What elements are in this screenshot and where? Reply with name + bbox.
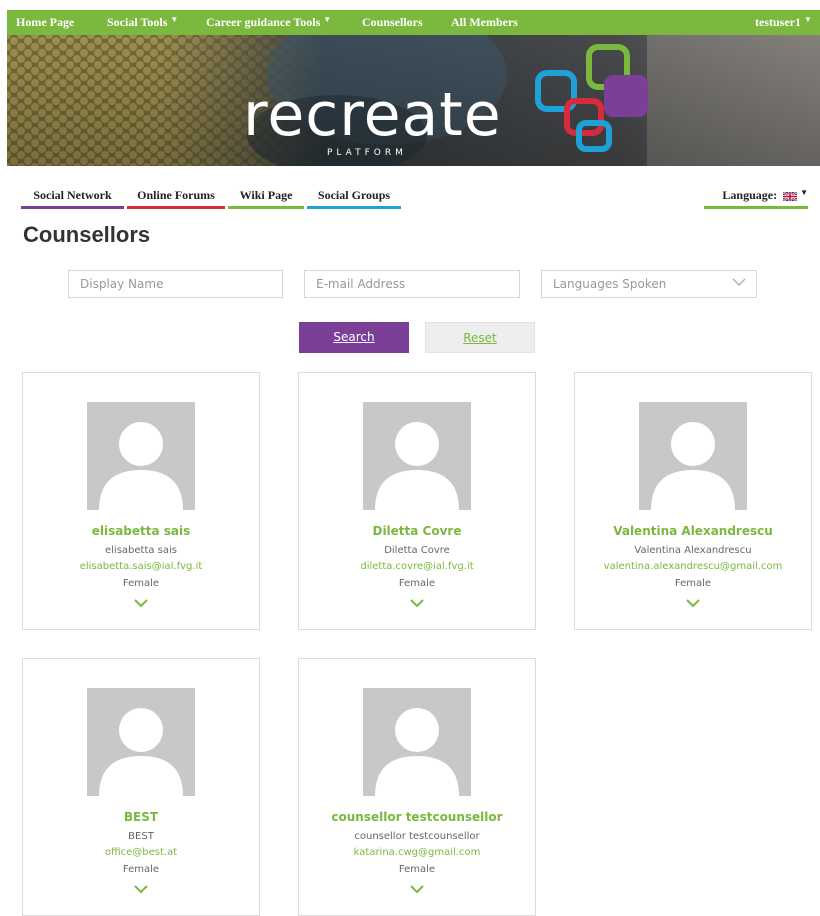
chevron-down-icon (732, 278, 746, 286)
tab-online-forums-label: Online Forums (137, 188, 215, 202)
secondary-nav: Social Network Online Forums Wiki Page S… (0, 186, 820, 209)
uk-flag-icon (783, 191, 798, 201)
username-label: testuser1 (755, 15, 801, 29)
default-avatar-icon (99, 422, 183, 510)
avatar (87, 402, 195, 510)
caret-down-icon: ▼ (170, 15, 179, 24)
nav-home-page[interactable]: Home Page (16, 10, 74, 35)
email-field[interactable] (304, 270, 520, 298)
tab-social-groups[interactable]: Social Groups (307, 186, 401, 209)
counsellor-name[interactable]: elisabetta sais (23, 524, 259, 538)
logo-text: recreate (243, 80, 502, 150)
tab-underline (21, 206, 124, 209)
nav-counsellors[interactable]: Counsellors (362, 10, 423, 35)
caret-down-icon: ▼ (800, 188, 808, 197)
expand-chevron-icon[interactable] (410, 885, 424, 894)
header-banner: recreate PLATFORM (7, 35, 820, 166)
tab-underline (307, 206, 401, 209)
nav-social-tools-label: Social Tools (107, 15, 168, 29)
counsellor-name[interactable]: counsellor testcounsellor (299, 810, 535, 824)
nav-career-tools-label: Career guidance Tools (206, 15, 321, 29)
counsellor-card: elisabetta sais elisabetta sais elisabet… (22, 372, 260, 630)
expand-chevron-icon[interactable] (134, 885, 148, 894)
default-avatar-icon (99, 708, 183, 796)
default-avatar-icon (651, 422, 735, 510)
counsellor-display-name: Diletta Covre (384, 545, 450, 556)
counsellor-gender: Female (674, 578, 712, 589)
top-nav-bar: Home Page Social Tools ▼ Career guidance … (7, 10, 820, 35)
caret-down-icon: ▼ (803, 15, 812, 24)
display-name-field[interactable] (68, 270, 283, 298)
reset-button[interactable]: Reset (425, 322, 535, 353)
counsellor-gender: Female (122, 578, 160, 589)
counsellor-name[interactable]: Diletta Covre (299, 524, 535, 538)
expand-chevron-icon[interactable] (134, 599, 148, 608)
counsellor-card: Valentina Alexandrescu Valentina Alexand… (574, 372, 812, 630)
search-button[interactable]: Search (299, 322, 409, 353)
default-avatar-icon (375, 708, 459, 796)
user-menu[interactable]: testuser1 ▼ (755, 10, 812, 35)
tab-online-forums[interactable]: Online Forums (127, 186, 225, 209)
language-label: Language: (722, 188, 778, 202)
counsellor-name[interactable]: Valentina Alexandrescu (575, 524, 811, 538)
page-title: Counsellors (23, 222, 151, 247)
counsellor-gender: Female (398, 578, 436, 589)
display-name-input[interactable] (80, 277, 262, 291)
caret-down-icon: ▼ (323, 15, 332, 24)
avatar (363, 402, 471, 510)
counsellor-email[interactable]: elisabetta.sais@ial.fvg.it (23, 561, 259, 572)
languages-spoken-placeholder: Languages Spoken (553, 277, 667, 291)
counsellor-name[interactable]: BEST (23, 810, 259, 824)
avatar (363, 688, 471, 796)
counsellor-display-name: counsellor testcounsellor (354, 831, 480, 842)
expand-chevron-icon[interactable] (686, 599, 700, 608)
tab-social-groups-label: Social Groups (317, 188, 391, 202)
counsellor-display-name: Valentina Alexandrescu (634, 545, 752, 556)
counsellor-display-name: elisabetta sais (104, 545, 178, 556)
counsellor-card: Diletta Covre Diletta Covre diletta.covr… (298, 372, 536, 630)
avatar (639, 402, 747, 510)
avatar (87, 688, 195, 796)
nav-social-tools[interactable]: Social Tools ▼ (107, 10, 178, 35)
counsellor-card: counsellor testcounsellor counsellor tes… (298, 658, 536, 916)
nav-career-guidance-tools[interactable]: Career guidance Tools ▼ (206, 10, 331, 35)
counsellor-email[interactable]: katarina.cwg@gmail.com (299, 847, 535, 858)
default-avatar-icon (375, 422, 459, 510)
tab-wiki-page-label: Wiki Page (239, 188, 293, 202)
language-selector[interactable]: Language: ▼ (704, 186, 808, 209)
counsellor-email[interactable]: diletta.covre@ial.fvg.it (299, 561, 535, 572)
tab-social-network[interactable]: Social Network (21, 186, 124, 209)
counsellor-gender: Female (398, 864, 436, 875)
languages-spoken-select[interactable]: Languages Spoken (541, 270, 757, 298)
tab-social-network-label: Social Network (33, 188, 112, 202)
expand-chevron-icon[interactable] (410, 599, 424, 608)
counsellor-gender: Female (122, 864, 160, 875)
counsellor-display-name: BEST (128, 831, 154, 842)
tab-underline (127, 206, 225, 209)
email-input[interactable] (316, 277, 499, 291)
counsellor-email[interactable]: valentina.alexandrescu@gmail.com (575, 561, 811, 572)
tab-wiki-page[interactable]: Wiki Page (228, 186, 304, 209)
counsellor-email[interactable]: office@best.at (23, 847, 259, 858)
logo-subtext: PLATFORM (327, 148, 407, 158)
nav-all-members[interactable]: All Members (451, 10, 518, 35)
language-underline (704, 206, 808, 209)
tab-underline (228, 206, 304, 209)
counsellor-card: BEST BEST office@best.at Female (22, 658, 260, 916)
